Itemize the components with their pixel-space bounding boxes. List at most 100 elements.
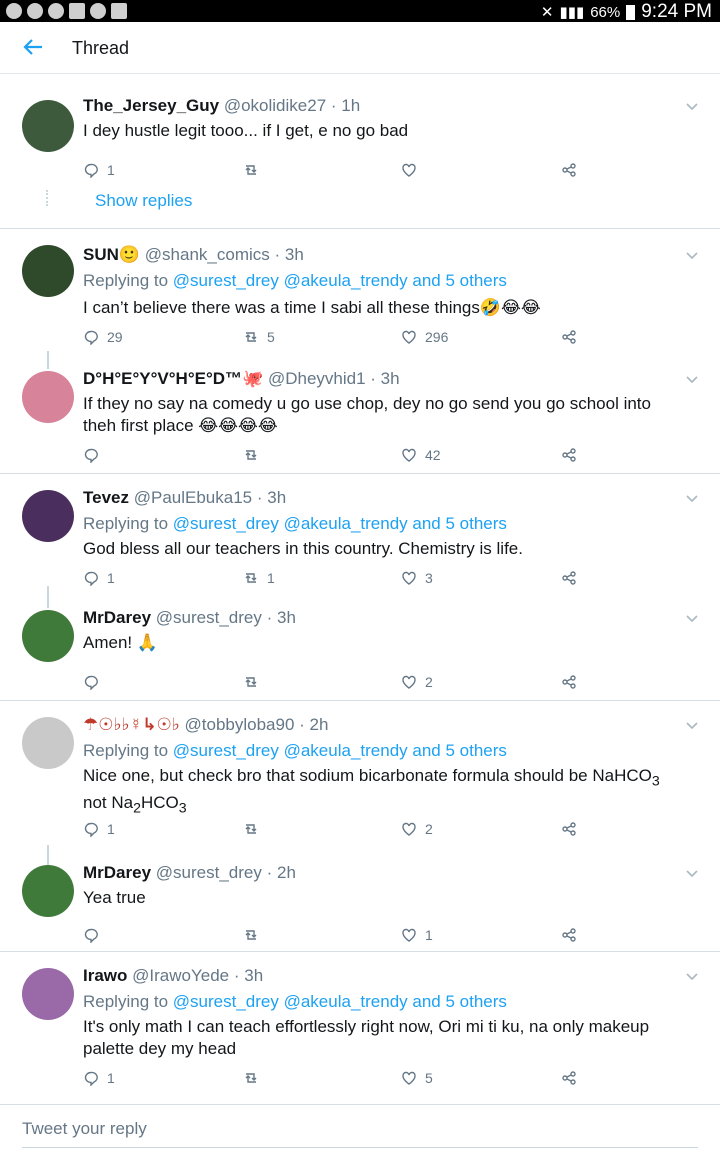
reply-button[interactable] bbox=[83, 674, 107, 690]
reply-button[interactable] bbox=[83, 447, 107, 463]
tweet-actions: 29 5 296 bbox=[83, 329, 583, 347]
replying-to: Replying to @surest_drey @akeula_trendy … bbox=[83, 741, 507, 760]
reply-button[interactable] bbox=[83, 927, 107, 943]
share-button[interactable] bbox=[561, 821, 585, 837]
heart-icon bbox=[401, 162, 417, 178]
like-button[interactable]: 2 bbox=[401, 674, 433, 690]
share-button[interactable] bbox=[561, 1070, 585, 1086]
like-button[interactable]: 3 bbox=[401, 570, 433, 586]
reply-button[interactable]: 1 bbox=[83, 1070, 115, 1086]
avatar[interactable] bbox=[22, 245, 74, 297]
timestamp: 3h bbox=[380, 369, 400, 388]
avatar[interactable] bbox=[22, 371, 74, 423]
reply-icon bbox=[83, 674, 99, 690]
tweet[interactable]: MrDarey @surest_drey · 2h Yea true 1 bbox=[0, 845, 720, 951]
retweet-button[interactable] bbox=[243, 447, 267, 463]
share-button[interactable] bbox=[561, 674, 585, 690]
reply-button[interactable]: 1 bbox=[83, 570, 115, 586]
tweet[interactable]: MrDarey @surest_drey · 3h Amen! 🙏 2 bbox=[0, 586, 720, 700]
like-button[interactable] bbox=[401, 162, 425, 178]
display-name[interactable]: Tevez bbox=[83, 488, 129, 507]
reply-icon bbox=[83, 162, 99, 178]
like-count: 2 bbox=[425, 674, 433, 690]
share-button[interactable] bbox=[561, 927, 585, 943]
retweet-button[interactable] bbox=[243, 162, 267, 178]
battery-icon bbox=[626, 4, 636, 20]
avatar[interactable] bbox=[22, 717, 74, 769]
reply-input[interactable]: Tweet your reply bbox=[22, 1119, 147, 1139]
retweet-button[interactable] bbox=[243, 1070, 267, 1086]
show-replies-link[interactable]: Show replies bbox=[95, 191, 192, 211]
retweet-button[interactable] bbox=[243, 821, 267, 837]
retweet-button[interactable]: 1 bbox=[243, 570, 275, 586]
replying-to-users[interactable]: @surest_drey @akeula_trendy and 5 others bbox=[173, 271, 507, 290]
tweet-actions: 2 bbox=[83, 674, 583, 692]
avatar[interactable] bbox=[22, 610, 74, 662]
like-button[interactable]: 1 bbox=[401, 927, 433, 943]
avatar[interactable] bbox=[22, 968, 74, 1020]
share-button[interactable] bbox=[561, 570, 585, 586]
reply-count: 1 bbox=[107, 821, 115, 837]
handle[interactable]: @okolidike27 bbox=[224, 96, 326, 115]
reply-button[interactable]: 1 bbox=[83, 821, 115, 837]
handle[interactable]: @IrawoYede bbox=[132, 966, 229, 985]
reply-icon bbox=[83, 329, 99, 345]
reply-icon bbox=[83, 570, 99, 586]
handle[interactable]: @surest_drey bbox=[156, 863, 262, 882]
chevron-down-icon[interactable] bbox=[686, 100, 698, 112]
avatar[interactable] bbox=[22, 490, 74, 542]
display-name[interactable]: Irawo bbox=[83, 966, 127, 985]
like-button[interactable]: 42 bbox=[401, 447, 441, 463]
reply-button[interactable]: 29 bbox=[83, 329, 123, 345]
reply-button[interactable]: 1 bbox=[83, 162, 115, 178]
tweet[interactable]: SUN🙂 @shank_comics · 3h Replying to @sur… bbox=[0, 229, 720, 369]
retweet-button[interactable] bbox=[243, 674, 267, 690]
avatar[interactable] bbox=[22, 100, 74, 152]
tweet[interactable]: ☂☉♭♭☿↳☉♭ @tobbyloba90 · 2h Replying to @… bbox=[0, 701, 720, 865]
like-button[interactable]: 296 bbox=[401, 329, 448, 345]
retweet-icon bbox=[243, 674, 259, 690]
display-name[interactable]: D°H°E°Y°V°H°E°D™🐙 bbox=[83, 369, 263, 388]
replying-to-users[interactable]: @surest_drey @akeula_trendy and 5 others bbox=[173, 992, 507, 1011]
image-notification-icon bbox=[69, 3, 85, 19]
tweet[interactable]: Tevez @PaulEbuka15 · 3h Replying to @sur… bbox=[0, 474, 720, 608]
heart-icon bbox=[401, 674, 417, 690]
chevron-down-icon[interactable] bbox=[686, 492, 698, 504]
tweet[interactable]: Irawo @IrawoYede · 3h Replying to @sures… bbox=[0, 952, 720, 1102]
handle[interactable]: @surest_drey bbox=[156, 608, 262, 627]
tweet[interactable]: The_Jersey_Guy @okolidike27 · 1h I dey h… bbox=[0, 74, 720, 228]
display-name[interactable]: ☂☉♭♭☿↳☉♭ bbox=[83, 715, 180, 734]
tweet[interactable]: D°H°E°Y°V°H°E°D™🐙 @Dheyvhid1 · 3h If the… bbox=[0, 351, 720, 473]
handle[interactable]: @Dheyvhid1 bbox=[268, 369, 366, 388]
replying-to-users[interactable]: @surest_drey @akeula_trendy and 5 others bbox=[173, 514, 507, 533]
share-button[interactable] bbox=[561, 329, 585, 345]
replying-to: Replying to @surest_drey @akeula_trendy … bbox=[83, 514, 507, 533]
replying-to-users[interactable]: @surest_drey @akeula_trendy and 5 others bbox=[173, 741, 507, 760]
display-name[interactable]: The_Jersey_Guy bbox=[83, 96, 219, 115]
display-name[interactable]: MrDarey bbox=[83, 608, 151, 627]
like-button[interactable]: 2 bbox=[401, 821, 433, 837]
handle[interactable]: @PaulEbuka15 bbox=[134, 488, 252, 507]
display-name[interactable]: MrDarey bbox=[83, 863, 151, 882]
retweet-icon bbox=[243, 927, 259, 943]
chevron-down-icon[interactable] bbox=[686, 719, 698, 731]
handle[interactable]: @tobbyloba90 bbox=[185, 715, 295, 734]
share-button[interactable] bbox=[561, 447, 585, 463]
chevron-down-icon[interactable] bbox=[686, 373, 698, 385]
handle[interactable]: @shank_comics bbox=[145, 245, 270, 264]
tweet-text: God bless all our teachers in this count… bbox=[83, 539, 523, 558]
timestamp: 3h bbox=[267, 488, 287, 507]
retweet-button[interactable]: 5 bbox=[243, 329, 275, 345]
retweet-button[interactable] bbox=[243, 927, 267, 943]
like-button[interactable]: 5 bbox=[401, 1070, 433, 1086]
battery-percent: 66% bbox=[590, 3, 621, 21]
back-arrow-icon[interactable] bbox=[22, 36, 44, 58]
chevron-down-icon[interactable] bbox=[686, 612, 698, 624]
display-name[interactable]: SUN🙂 bbox=[83, 245, 140, 264]
share-icon bbox=[561, 674, 577, 690]
share-button[interactable] bbox=[561, 162, 585, 178]
chevron-down-icon[interactable] bbox=[686, 867, 698, 879]
avatar[interactable] bbox=[22, 865, 74, 917]
chevron-down-icon[interactable] bbox=[686, 970, 698, 982]
chevron-down-icon[interactable] bbox=[686, 249, 698, 261]
